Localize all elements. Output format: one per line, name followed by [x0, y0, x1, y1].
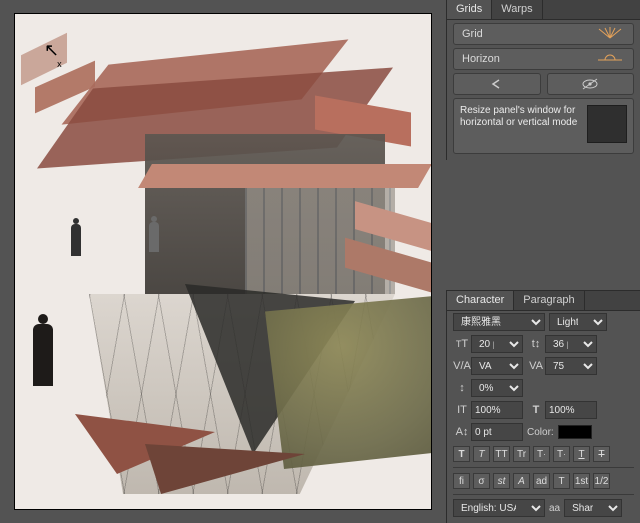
- grid-tool-row: [453, 73, 634, 95]
- tab-character[interactable]: Character: [447, 291, 514, 310]
- subscript-button[interactable]: T·: [553, 446, 570, 462]
- tab-warps[interactable]: Warps: [492, 0, 542, 19]
- layer-ground: [265, 294, 431, 469]
- direct-select-cursor: ↖x: [44, 40, 64, 63]
- smallcaps-button[interactable]: Tr: [513, 446, 530, 462]
- font-style-select[interactable]: Light: [549, 313, 607, 331]
- grids-tabs: Grids Warps: [447, 0, 640, 20]
- ordinals-button[interactable]: 1st: [573, 473, 590, 489]
- grids-hint-box: Resize panel's window for horizontal or …: [453, 98, 634, 154]
- grids-panel-thumbnail: [587, 105, 627, 143]
- vertical-scale-input[interactable]: [471, 401, 523, 419]
- toggle-visibility-button[interactable]: [547, 73, 635, 95]
- character-tabs: Character Paragraph: [447, 291, 640, 311]
- color-label: Color:: [527, 427, 554, 438]
- figure-person: [71, 224, 81, 256]
- prev-grid-button[interactable]: [453, 73, 541, 95]
- horizon-icon: [595, 52, 625, 67]
- artboard[interactable]: [15, 14, 431, 509]
- type-style-row: T T TT Tr T· T· T T: [447, 443, 640, 465]
- character-panel: Character Paragraph 康熙雅黑 Light TT 20 pt …: [446, 290, 640, 523]
- grids-panel: Grids Warps Grid Horizon Resize panel's …: [446, 0, 640, 160]
- baseline-shift-icon: A↕: [453, 423, 471, 441]
- antialias-label: aa: [549, 503, 560, 514]
- vert-scale-icon: IT: [453, 401, 471, 419]
- opentype-row: fi σ st A ad T 1st 1/2: [447, 470, 640, 492]
- layer-shape: [138, 164, 431, 188]
- superscript-button[interactable]: T·: [533, 446, 550, 462]
- font-size-icon: TT: [453, 335, 471, 353]
- right-panel-column: Grids Warps Grid Horizon Resize panel's …: [446, 0, 640, 523]
- scale-icon: ↕: [453, 379, 471, 397]
- strikethrough-button[interactable]: T: [593, 446, 610, 462]
- grid-button-label: Grid: [462, 28, 483, 40]
- divider: [453, 467, 634, 468]
- grids-hint-text: Resize panel's window for horizontal or …: [460, 105, 579, 147]
- font-family-select[interactable]: 康熙雅黑: [453, 313, 545, 331]
- panel-spacer: [446, 160, 640, 290]
- underline-button[interactable]: T: [573, 446, 590, 462]
- tracking-select[interactable]: 75: [545, 357, 597, 375]
- swash-button[interactable]: A: [513, 473, 530, 489]
- figure-person: [149, 222, 159, 252]
- ligatures-button[interactable]: fi: [453, 473, 470, 489]
- canvas-area[interactable]: ↖x: [0, 0, 446, 523]
- horizontal-scale-input[interactable]: [545, 401, 597, 419]
- italic-button[interactable]: T: [473, 446, 490, 462]
- discretionary-lig-button[interactable]: st: [493, 473, 510, 489]
- stylistic-alt-button[interactable]: ad: [533, 473, 550, 489]
- leading-icon: t↕: [527, 335, 545, 353]
- grid-rays-icon: [595, 27, 625, 42]
- tab-grids[interactable]: Grids: [447, 0, 492, 19]
- bold-button[interactable]: T: [453, 446, 470, 462]
- fractions-button[interactable]: 1/2: [593, 473, 610, 489]
- horizon-button[interactable]: Horizon: [453, 48, 634, 70]
- text-color-swatch[interactable]: [558, 425, 592, 439]
- figure-person: [33, 324, 53, 386]
- baseline-shift-input[interactable]: [471, 423, 523, 441]
- kerning-select[interactable]: VA: [471, 357, 523, 375]
- horiz-scale-icon: T: [527, 401, 545, 419]
- allcaps-button[interactable]: TT: [493, 446, 510, 462]
- baseline-scale-select[interactable]: 0%: [471, 379, 523, 397]
- kerning-icon: V/A: [453, 357, 471, 375]
- horizon-button-label: Horizon: [462, 53, 500, 65]
- leading-select[interactable]: 36 pt: [545, 335, 597, 353]
- tab-paragraph[interactable]: Paragraph: [514, 291, 584, 310]
- grid-button[interactable]: Grid: [453, 23, 634, 45]
- contextual-alt-button[interactable]: σ: [473, 473, 490, 489]
- titling-alt-button[interactable]: T: [553, 473, 570, 489]
- tracking-icon: VA: [527, 357, 545, 375]
- eye-slash-icon: [581, 78, 599, 90]
- divider: [453, 494, 634, 495]
- arrow-left-icon: [489, 78, 505, 90]
- font-size-select[interactable]: 20 pt: [471, 335, 523, 353]
- antialias-select[interactable]: Sharp: [564, 499, 622, 517]
- language-select[interactable]: English: USA: [453, 499, 545, 517]
